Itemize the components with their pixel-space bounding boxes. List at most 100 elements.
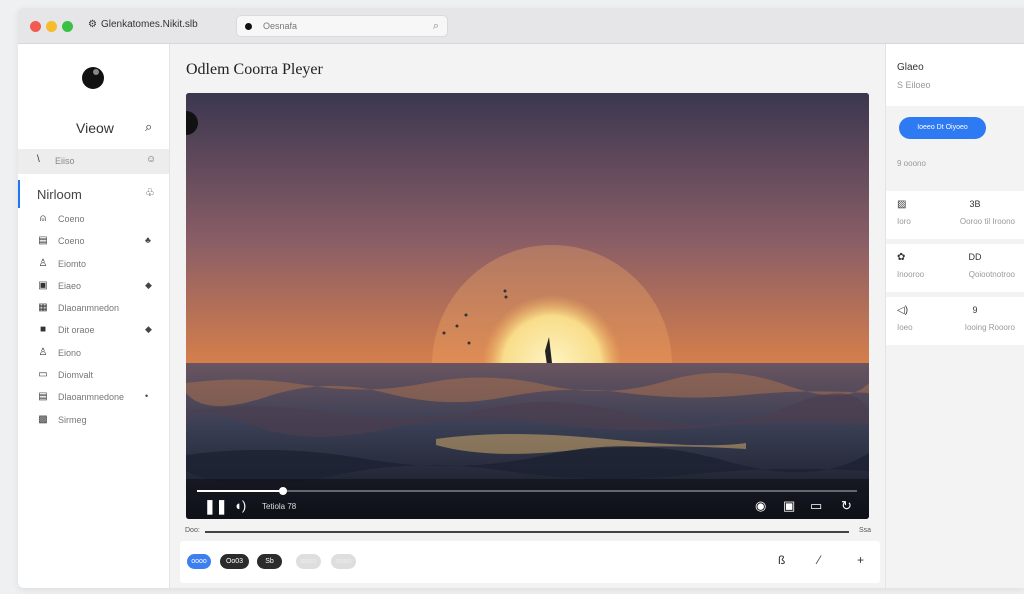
edit-icon: \ [37,154,40,165]
sidebar-item[interactable]: ▣ Eiaeo ◆ [18,275,169,297]
primary-action-button[interactable]: Ioeeo Dt Oiyoeo [899,117,986,139]
page-title: Odlem Coorra Pleyer [186,61,323,78]
video-frame [186,93,869,519]
sidebar-item-badge: • [145,391,149,402]
volume-icon[interactable]: ◖) [234,498,246,513]
address-text: Oesnafa [263,21,298,31]
folder-icon: ▤ [38,235,48,247]
pause-icon[interactable]: ❚❚ [204,498,227,515]
chip-3[interactable]: Sb [257,554,282,569]
theater-mode-icon[interactable]: ▭ [810,498,822,514]
sidebar-item-label: Dlaoanmnedone [58,392,125,403]
app-window: ⚙ Glenkatomes.Nikit.slb Oesnafa ⌕ Vieow ⌕… [18,8,1024,588]
timeline-start: Doo: [185,527,200,534]
pen-icon[interactable]: ⁄ [818,553,820,567]
card-label: Ioro [897,217,911,226]
card-value: 9 [972,305,978,315]
replay-icon[interactable]: ↻ [841,498,852,514]
timeline[interactable]: Doo: Ssa [185,526,871,538]
chip-4[interactable]: oooo [296,554,321,569]
title-bar: ⚙ Glenkatomes.Nikit.slb Oesnafa ⌕ [18,8,1024,44]
sidebar-item[interactable]: ▭ Diomvalt [18,364,169,386]
image-icon: ▨ [897,199,907,210]
layers-icon: ▤ [38,391,48,403]
sidebar-item-label: Sirmeg [58,414,87,425]
video-player[interactable]: ❚❚ ◖) Tetiola 78 ◉ ▣ ▭ ↻ [186,93,869,519]
app-title: ⚙ Glenkatomes.Nikit.slb [88,19,198,30]
minimize-window-button[interactable] [46,21,57,32]
timeline-track[interactable] [205,531,849,533]
sidebar-search-icon[interactable]: ⌕ [145,119,152,135]
flower-icon: ✿ [897,252,906,263]
sidebar-item-label: Eiono [58,347,82,358]
active-indicator [18,180,20,208]
avatar[interactable] [82,67,104,89]
speaker-icon: ◁) [897,305,909,316]
sidebar-item-label: Diomvalt [58,370,94,381]
sidebar-item[interactable]: ▤ Coeno ♣ [18,230,169,252]
info-card[interactable]: ▨ 3B Ioro Ooroo til Iroono [886,191,1024,239]
sidebar-item[interactable]: ▤ Dlaoanmnedone • [18,386,169,408]
sidebar-section-header[interactable]: Nirloom ♧ [18,180,169,208]
card-detail: Qoiootnotroo [968,270,1015,279]
card-label: Ioeo [897,323,913,332]
sidebar-item-label: Eiaeo [58,280,82,291]
sidebar-nav: ⍝ Coeno ▤ Coeno ♣ ♙ Eiomto ▣ Eiaeo ◆ ▦ Dlaoanmnedon… [18,208,169,431]
card-detail: Iooing Roooro [964,323,1015,332]
sidebar-item-label: Eiomto [58,258,87,269]
sidebar: Vieow ⌕ \ Eiiso ☺ Nirloom ♧ ⍝ Coeno ▤ Coeno… [18,44,170,588]
sidebar-top-item-label: Eiiso [55,156,75,166]
details-note: 9 ooono [897,159,926,168]
video-progress-handle[interactable] [278,487,287,495]
sidebar-item-label: Dlaoanmnedon [58,303,120,314]
sidebar-item[interactable]: ▦ Dlaoanmnedon [18,297,169,319]
person-icon: ♙ [38,257,48,269]
sidebar-item-badge: ♣ [145,235,151,246]
grid-icon: ▦ [38,302,48,314]
timeline-end: Ssa [858,527,871,534]
stack-icon: ■ [39,324,47,336]
sidebar-item-label: Dit oraoe [58,325,95,336]
details-subtitle: S Eiloeo [897,80,931,90]
settings-icon: ▩ [38,413,48,425]
video-progress-fill [197,490,283,492]
sidebar-item-label: Coeno [58,214,85,224]
search-icon[interactable]: ⌕ [433,20,439,33]
sidebar-item-label: Coeno [58,236,85,247]
sidebar-item[interactable]: ▩ Sirmeg [18,409,169,431]
address-bar[interactable]: Oesnafa ⌕ [236,15,448,37]
card-label: Inooroo [897,270,925,279]
card-detail: Ooroo til Iroono [959,217,1015,226]
app-icon: ⚙ [88,19,97,30]
video-time: Tetiola 78 [262,502,297,511]
person-icon: ⍝ [40,213,46,224]
window-icon: ▭ [38,369,48,381]
details-title: Glaeo [897,62,924,73]
plugin-icon: ♧ [145,187,155,199]
share-icon[interactable]: ß [778,553,785,567]
sidebar-item[interactable]: ⍝ Coeno [18,208,169,230]
captions-icon[interactable]: ▣ [783,498,795,514]
add-icon[interactable]: + [857,553,864,567]
close-window-button[interactable] [30,21,41,32]
site-icon [245,23,252,30]
sidebar-top-item[interactable]: \ Eiiso ☺ [18,149,169,174]
bottom-toolbar: oooo Oo03 Sb oooo oooo ß ⁄ + [180,541,880,583]
info-card[interactable]: ✿ DD Inooroo Qoiootnotroo [886,244,1024,292]
sidebar-item-badge: ◆ [145,324,152,335]
video-progress-bar[interactable] [197,487,857,495]
chip-5[interactable]: oooo [331,554,356,569]
maximize-window-button[interactable] [62,21,73,32]
sidebar-item[interactable]: ♙ Eiomto [18,253,169,275]
card-value: DD [968,252,982,262]
emoji-icon: ☺ [146,154,157,165]
sidebar-item[interactable]: ■ Dit oraoe ◆ [18,319,169,341]
chip-1[interactable]: oooo [187,554,211,569]
info-card[interactable]: ◁) 9 Ioeo Iooing Roooro [886,297,1024,345]
sidebar-section-label: Nirloom [37,187,82,202]
chip-2[interactable]: Oo03 [220,554,249,569]
calendar-icon: ▣ [38,279,48,291]
chat-icon[interactable]: ◉ [755,498,766,514]
sidebar-item[interactable]: ♙ Eiono [18,342,169,364]
details-header: Glaeo S Eiloeo [886,44,1024,106]
